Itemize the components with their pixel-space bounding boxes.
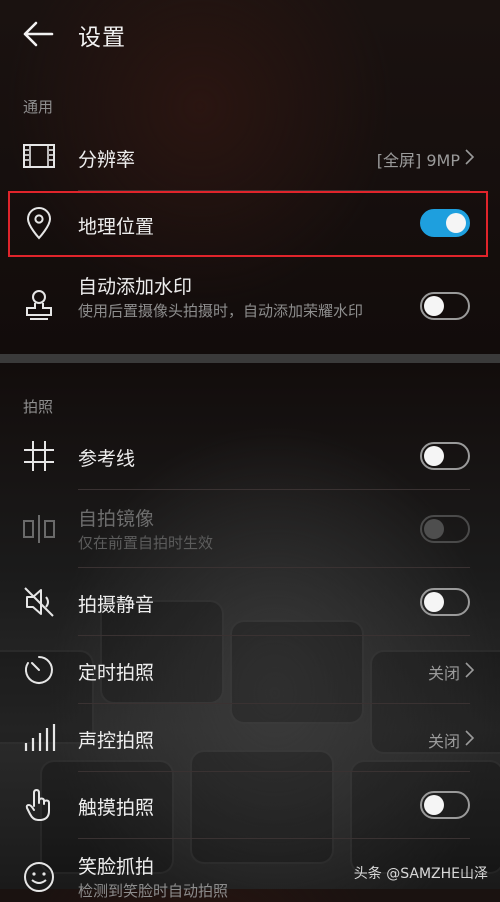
toggle-knob [424,795,444,815]
timer-label: 定时拍照 [78,662,155,684]
mirror-label: 自拍镜像 [78,508,155,530]
voice-label: 声控拍照 [78,730,155,752]
chevron-right-icon [465,730,474,746]
mute-toggle[interactable] [420,588,470,616]
stamp-icon [26,290,52,320]
highlight-box [8,191,488,257]
touch-toggle[interactable] [420,791,470,819]
touch-row[interactable]: 触摸拍照 [0,773,500,837]
chevron-right-icon [465,662,474,678]
toggle-knob [424,592,444,612]
divider [78,771,470,772]
watermark-label: 自动添加水印 [78,276,193,298]
mute-row[interactable]: 拍摄静音 [0,569,500,635]
voice-value: 关闭 [427,732,460,751]
smile-description: 检测到笑脸时自动拍照 [78,882,229,900]
mirror-row: 自拍镜像 仅在前置自拍时生效 [0,490,500,568]
section-divider [0,354,500,363]
section-header-photo: 拍照 [23,398,54,416]
divider [78,838,470,839]
resolution-value: [全屏] 9MP [376,151,460,170]
smile-label: 笑脸抓拍 [78,856,155,878]
speaker-muted-icon [24,587,54,617]
mirror-description: 仅在前置自拍时生效 [78,534,214,552]
grid-label: 参考线 [78,448,136,470]
voice-bars-icon [24,724,56,751]
divider [78,635,470,636]
touch-hand-icon [25,789,50,821]
chevron-right-icon [465,149,474,165]
toggle-knob [424,446,444,466]
film-frame-icon [23,144,55,168]
timer-row[interactable]: 定时拍照 关闭 [0,637,500,703]
timer-value: 关闭 [427,664,460,683]
touch-label: 触摸拍照 [78,797,155,819]
grid-row[interactable]: 参考线 [0,424,500,488]
watermark-row[interactable]: 自动添加水印 使用后置摄像头拍摄时，自动添加荣耀水印 [0,262,500,354]
watermark-description: 使用后置摄像头拍摄时，自动添加荣耀水印 [78,302,364,320]
page-title: 设置 [78,25,126,51]
back-arrow-icon[interactable] [22,20,54,48]
timer-icon [25,656,53,684]
app-bar: 设置 [0,0,500,70]
divider [78,567,470,568]
section-header-general: 通用 [23,98,54,116]
mirror-icon [23,515,55,543]
voice-row[interactable]: 声控拍照 关闭 [0,705,500,771]
mute-label: 拍摄静音 [78,594,155,616]
watermark-toggle[interactable] [420,292,470,320]
resolution-label: 分辨率 [78,149,136,171]
source-watermark: 头条 @SAMZHE山泽 [353,866,488,882]
resolution-row[interactable]: 分辨率 [全屏] 9MP [0,125,500,189]
grid-toggle[interactable] [420,442,470,470]
mirror-toggle [420,515,470,543]
divider [78,703,470,704]
toggle-knob [424,296,444,316]
toggle-knob [424,519,444,539]
grid-icon [24,441,54,471]
